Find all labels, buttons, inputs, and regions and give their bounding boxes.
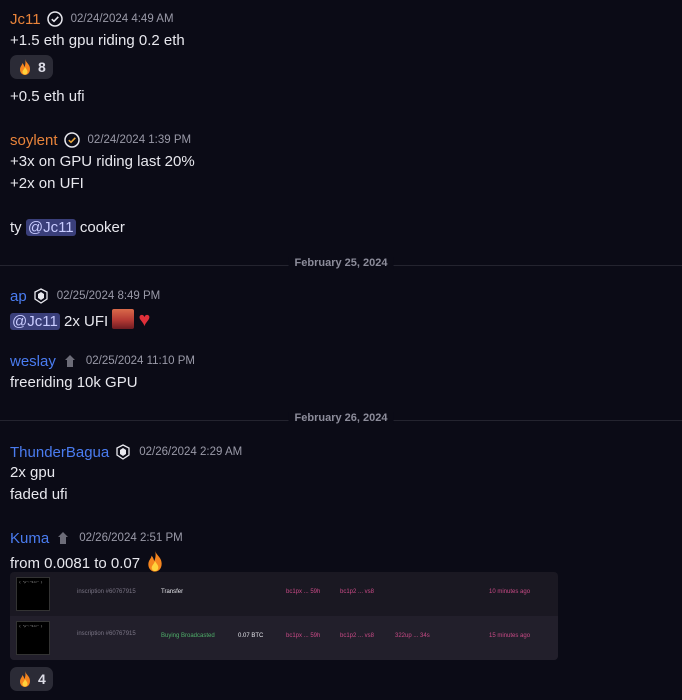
message-text: from 0.0081 to 0.07 <box>10 549 166 573</box>
date-divider: February 25, 2024 <box>0 257 682 269</box>
message-text-prefix: ty <box>10 219 22 236</box>
from-address: bc1px ... 59h <box>286 589 321 595</box>
message-text: 2x gpu <box>10 464 56 481</box>
date-divider-label: February 25, 2024 <box>288 257 394 269</box>
activity-time: 15 minutes ago <box>489 633 531 639</box>
fire-emoji-icon <box>148 550 162 572</box>
message-text-body: from 0.0081 to 0.07 <box>10 555 141 572</box>
activity-price: 0.07 BTC <box>238 633 264 639</box>
author-name[interactable]: Jc11 <box>10 11 41 28</box>
to-address: bc1p2 ... vs8 <box>340 589 375 595</box>
user-mention[interactable]: @Jc11 <box>25 219 76 236</box>
role-badge-icon <box>58 532 69 544</box>
message-header: weslay 02/25/2024 11:10 PM <box>10 351 195 371</box>
author-name[interactable]: ThunderBagua <box>10 444 109 461</box>
role-badge-icon <box>116 444 130 460</box>
user-mention[interactable]: @Jc11 <box>10 313 60 330</box>
reaction-fire[interactable]: 8 <box>10 55 53 79</box>
message-timestamp: 02/24/2024 4:49 AM <box>70 13 174 25</box>
reaction-fire[interactable]: 4 <box>10 667 53 691</box>
author-name[interactable]: soylent <box>10 132 58 149</box>
fire-emoji-icon <box>20 671 30 687</box>
inscription-id: inscription #60767915 <box>77 589 136 595</box>
custom-emoji-icon <box>112 309 135 329</box>
heart-emoji-icon: ♥ <box>138 309 151 331</box>
from-address: bc1px ... 59h <box>286 633 321 639</box>
inscription-thumbnail: { "p":"brc" } <box>16 577 50 611</box>
message-header: ThunderBagua 02/26/2024 2:29 AM <box>10 442 242 462</box>
chat-log: Jc11 02/24/2024 4:49 AM +1.5 eth gpu rid… <box>0 0 682 700</box>
message-timestamp: 02/26/2024 2:51 PM <box>79 532 183 544</box>
author-name[interactable]: ap <box>10 288 27 305</box>
message-timestamp: 02/26/2024 2:29 AM <box>139 446 243 458</box>
extra-address: 322up ... 34s <box>395 633 430 639</box>
message-text: @Jc11 2x UFI ♥ <box>10 309 150 330</box>
activity-type: Transfer <box>161 589 184 595</box>
message-text: faded ufi <box>10 486 68 503</box>
inscription-thumbnail: { "p":"brc" } <box>16 621 50 655</box>
to-address: bc1p2 ... vs8 <box>340 633 375 639</box>
role-badge-icon <box>34 288 48 304</box>
message-text: freeriding 10k GPU <box>10 374 138 391</box>
message-timestamp: 02/25/2024 11:10 PM <box>85 355 195 367</box>
role-badge-icon <box>64 355 75 367</box>
inscription-id: inscription #60767915 <box>77 631 136 637</box>
activity-type: Buying Broadcasted <box>161 633 215 639</box>
fire-emoji-icon <box>20 59 30 75</box>
author-name[interactable]: Kuma <box>10 530 49 547</box>
message-text: ty @Jc11 cooker <box>10 219 125 236</box>
reaction-count: 4 <box>38 671 46 687</box>
message-header: ap 02/25/2024 8:49 PM <box>10 286 160 306</box>
author-name[interactable]: weslay <box>10 353 56 370</box>
message-text: +1.5 eth gpu riding 0.2 eth <box>10 32 185 49</box>
verified-badge-icon <box>63 132 80 148</box>
message-text: +0.5 eth ufi <box>10 88 85 105</box>
date-divider: February 26, 2024 <box>0 412 682 424</box>
image-attachment[interactable]: { "p":"brc" } inscription #60767915 Tran… <box>10 572 558 660</box>
date-divider-label: February 26, 2024 <box>288 412 394 424</box>
message-header: Jc11 02/24/2024 4:49 AM <box>10 9 174 29</box>
message-timestamp: 02/24/2024 1:39 PM <box>87 134 192 146</box>
activity-row: { "p":"brc" } inscription #60767915 Buyi… <box>10 616 558 660</box>
message-timestamp: 02/25/2024 8:49 PM <box>56 290 161 302</box>
message-text-suffix: cooker <box>79 219 125 236</box>
reaction-count: 8 <box>38 59 46 75</box>
message-header: Kuma 02/26/2024 2:51 PM <box>10 528 183 548</box>
message-header: soylent 02/24/2024 1:39 PM <box>10 130 191 150</box>
message-text: +3x on GPU riding last 20% <box>10 153 195 170</box>
verified-badge-icon <box>46 11 63 27</box>
message-text: +2x on UFI <box>10 175 84 192</box>
message-text-body: 2x UFI <box>63 313 109 330</box>
activity-time: 10 minutes ago <box>489 589 531 595</box>
activity-row: { "p":"brc" } inscription #60767915 Tran… <box>10 572 558 616</box>
